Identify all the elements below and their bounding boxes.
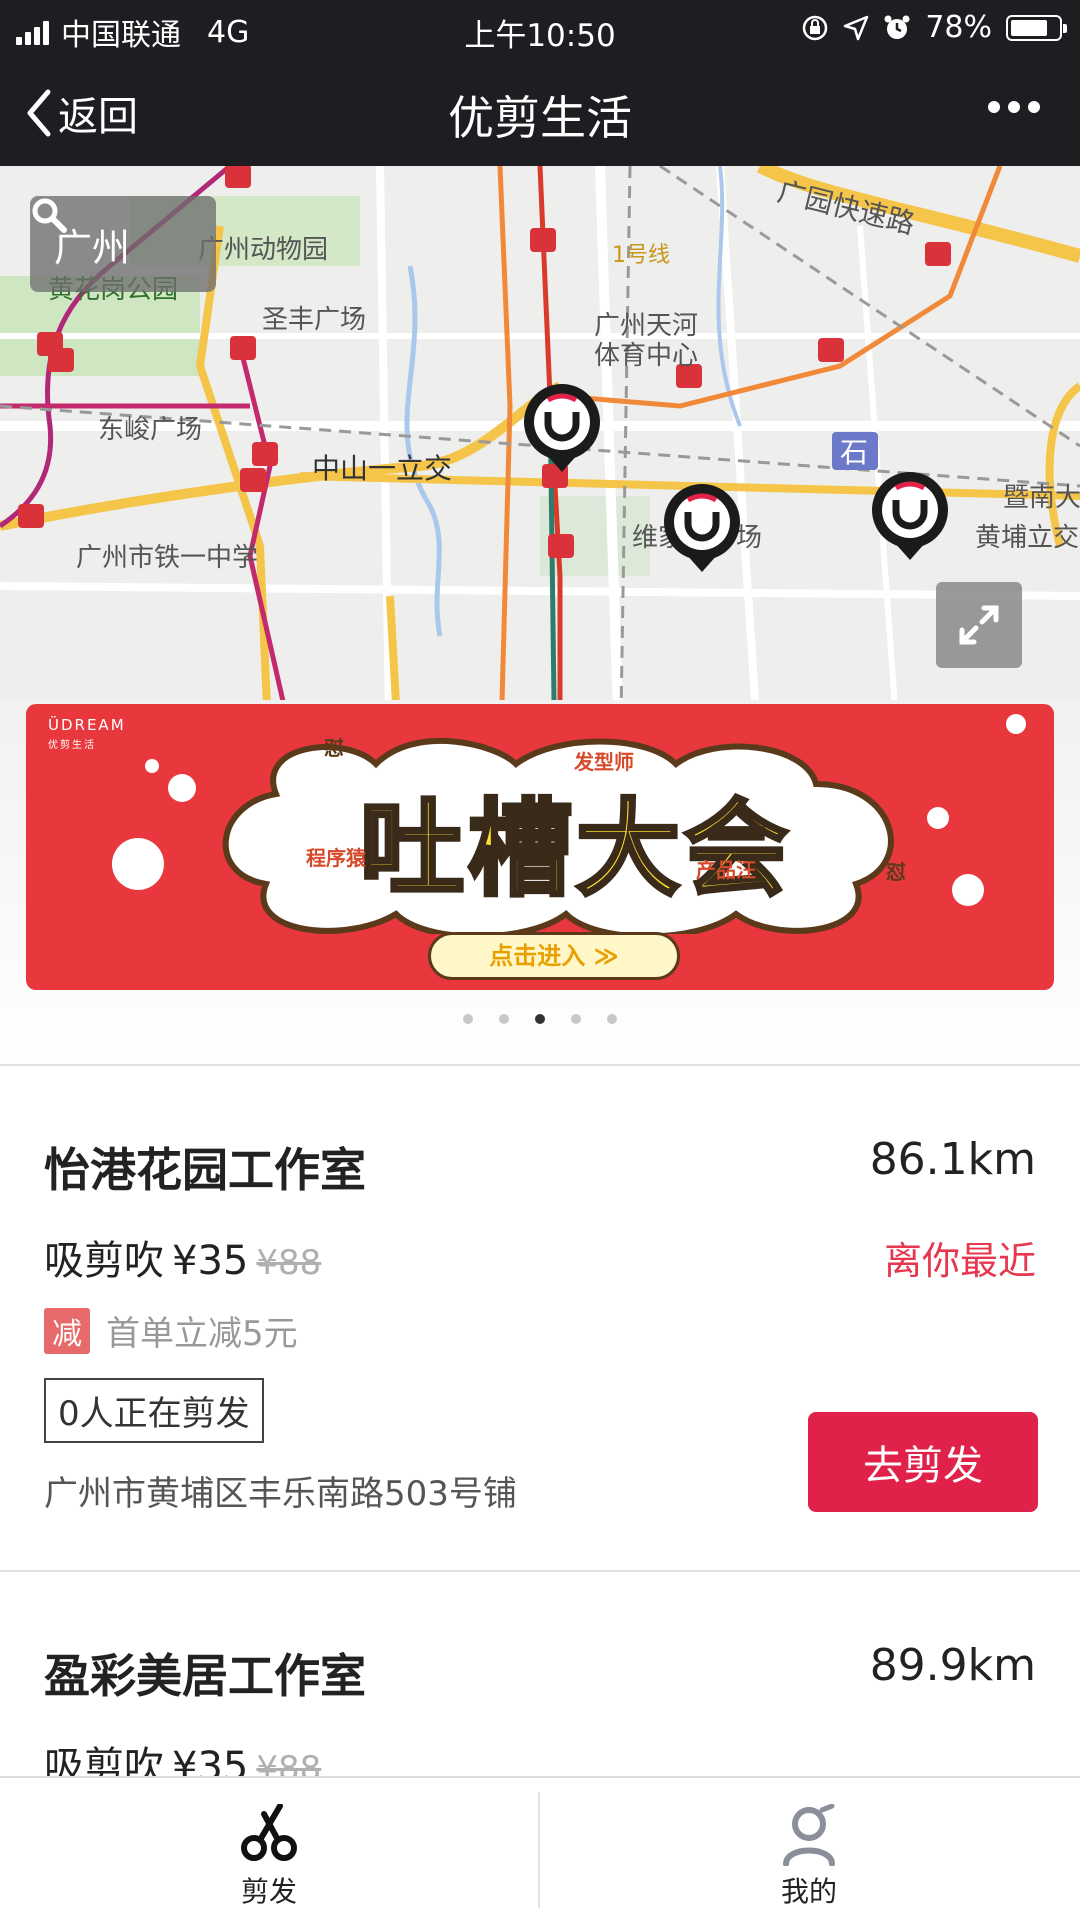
shop-name: 盈彩美居工作室 (44, 1649, 366, 1703)
promo-banner[interactable]: ÜDREAM 优剪生活 吐槽大会 发型师 程序猿 产品汪 怼 怼 点击进入 ≫ (26, 704, 1054, 990)
map-label-line1: 1号线 (612, 243, 670, 268)
shop-name: 怡港花园工作室 (44, 1143, 366, 1197)
tab-bar: 剪发 我的 (0, 1776, 1080, 1922)
service-original-price: ¥88 (256, 1243, 322, 1283)
map-label-shengfeng: 圣丰广场 (262, 305, 366, 335)
shop-service: 吸剪吹 ¥35 ¥88 (44, 1228, 321, 1286)
carousel-dot[interactable] (463, 1014, 473, 1024)
scissors-icon (241, 1804, 297, 1861)
tab-label: 剪发 (240, 1875, 297, 1908)
map-search-box[interactable]: 广州 (30, 196, 216, 292)
map-label-dongjun: 东峻广场 (98, 415, 202, 445)
service-name: 吸剪吹 (44, 1238, 164, 1284)
search-icon (32, 198, 67, 233)
status-bar: 中国联通 4G 上午10:50 78% (0, 0, 1080, 56)
alarm-icon (884, 15, 910, 39)
map-label-jinan: 暨南大 (1003, 483, 1080, 513)
discount-badge: 减 (44, 1307, 90, 1354)
map-expand-button[interactable] (936, 582, 1022, 668)
tab-label: 我的 (780, 1875, 837, 1908)
expand-icon (959, 605, 999, 645)
shop-distance: 86.1km (869, 1134, 1036, 1185)
battery-percent: 78% (925, 10, 992, 45)
banner-cta-button[interactable]: 点击进入 ≫ (428, 932, 680, 980)
map-view[interactable]: 广州动物园 黄花岗公园 圣丰广场 广州天河 体育中心 东峻广场 中山一立交 维家… (0, 166, 1080, 776)
location-arrow-icon (844, 15, 869, 40)
section-divider (0, 1570, 1080, 1572)
shop-promo: 减 首单立减5元 (44, 1306, 298, 1355)
carousel-indicator (0, 1014, 1080, 1024)
promo-text: 首单立减5元 (106, 1314, 298, 1354)
map-label-tianhe2: 体育中心 (594, 341, 698, 371)
shop-address: 广州市黄埔区丰乐南路503号铺 (44, 1474, 517, 1514)
busy-count-badge: 0人正在剪发 (44, 1378, 264, 1443)
map-label-huangpu: 黄埔立交 (975, 523, 1079, 553)
map-label-shi: 石 (840, 436, 868, 469)
battery-icon (1006, 14, 1067, 41)
more-dots-icon[interactable] (988, 101, 1040, 113)
carousel-dot[interactable] (571, 1014, 581, 1024)
tab-haircut[interactable]: 剪发 (0, 1778, 538, 1922)
nearest-label: 离你最近 (883, 1239, 1036, 1283)
go-haircut-button[interactable]: 去剪发 (808, 1412, 1038, 1512)
page-title: 优剪生活 (448, 91, 632, 145)
service-price: ¥35 (172, 1238, 249, 1284)
rotation-lock-icon (803, 15, 828, 40)
carousel-dot[interactable] (535, 1014, 545, 1024)
shop-distance: 89.9km (869, 1640, 1036, 1691)
user-icon (783, 1804, 835, 1866)
carousel-dot[interactable] (499, 1014, 509, 1024)
section-divider (0, 1064, 1080, 1066)
map-label-zhongshan: 中山一立交 (312, 452, 452, 485)
map-label-zoo: 广州动物园 (198, 235, 328, 265)
carousel-dot[interactable] (607, 1014, 617, 1024)
map-label-tianhe: 广州天河 (594, 311, 698, 341)
map-label-school: 广州市铁一中学 (76, 543, 258, 573)
battery-fill (1011, 19, 1047, 36)
tab-profile[interactable]: 我的 (540, 1778, 1078, 1922)
nav-bar: 返回 优剪生活 (0, 56, 1080, 166)
